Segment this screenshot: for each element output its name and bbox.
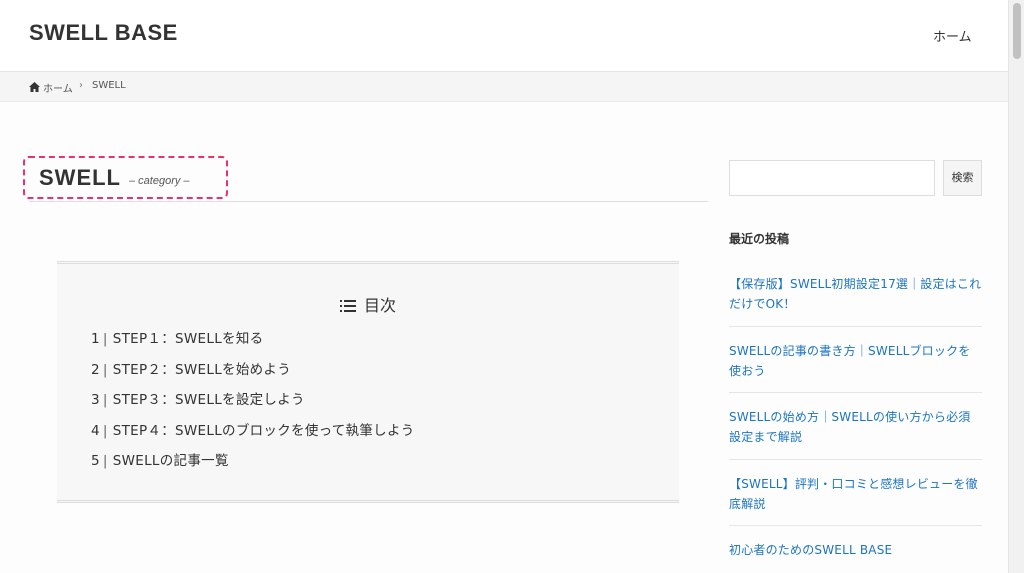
recent-post-link[interactable]: 初心者のためのSWELL BASE [729, 526, 982, 573]
scrollbar-thumb[interactable] [1013, 3, 1021, 59]
toc-item[interactable]: 3 | STEP３：SWELLを設定しよう [91, 389, 415, 420]
toc-separator: | [102, 453, 108, 469]
site-title[interactable]: SWELL BASE [29, 20, 178, 46]
breadcrumb-current: SWELL [92, 80, 126, 91]
toc-item-label[interactable]: STEP２：SWELLを始めよう [113, 362, 291, 378]
toc-item-label[interactable]: STEP１：SWELLを知る [113, 331, 264, 347]
toc-item-number: 5 [91, 453, 100, 469]
recent-post-link[interactable]: 【SWELL】評判・口コミと感想レビューを徹底解説 [729, 460, 982, 526]
highlight-annotation-box [23, 156, 228, 199]
toc-item[interactable]: 5 | SWELLの記事一覧 [91, 450, 415, 481]
toc-item-label[interactable]: STEP４：SWELLのブロックを使って執筆しよう [113, 423, 415, 439]
toc-item-label[interactable]: SWELLの記事一覧 [113, 453, 229, 469]
toc-item[interactable]: 1 | STEP１：SWELLを知る [91, 328, 415, 359]
site-header: SWELL BASE ホーム [0, 0, 1008, 72]
toc-separator: | [102, 331, 108, 347]
toc-separator: | [102, 392, 108, 408]
toc-item-number: 2 [91, 361, 100, 378]
toc-separator: | [102, 422, 108, 439]
toc-item-label[interactable]: STEP３：SWELLを設定しよう [113, 392, 305, 408]
chevron-right-icon: › [79, 80, 83, 91]
list-icon [339, 300, 356, 312]
recent-posts-heading: 最近の投稿 [729, 232, 790, 246]
toc-list: 1 | STEP１：SWELLを知る 2 | STEP２：SWELLを始めよう 3 | ST… [91, 328, 415, 481]
breadcrumb-home-link[interactable]: ホーム [43, 80, 73, 95]
toc-title: 目次 [363, 296, 396, 315]
recent-post-link[interactable]: SWELLの始め方｜SWELLの使い方から必須設定まで解説 [729, 393, 982, 460]
recent-post-link[interactable]: SWELLの記事の書き方｜SWELLブロックを使おう [729, 327, 982, 393]
toc-header: 目次 [57, 292, 679, 316]
recent-post-link[interactable]: 【保存版】SWELL初期設定17選｜設定はこれだけでOK！ [729, 260, 982, 327]
table-of-contents: 目次 1 | STEP１：SWELLを知る 2 | STEP２：SWELLを始めよう 3… [57, 261, 679, 503]
toc-item[interactable]: 2 | STEP２：SWELLを始めよう [91, 359, 415, 390]
toc-item-number: 4 [91, 422, 100, 439]
toc-item-number: 1 [91, 331, 100, 347]
search-button[interactable]: 検索 [943, 160, 982, 196]
vertical-scrollbar[interactable] [1008, 0, 1024, 573]
toc-item[interactable]: 4 | STEP４：SWELLのブロックを使って執筆しよう [91, 420, 415, 451]
toc-separator: | [102, 361, 108, 378]
recent-posts-list: 【保存版】SWELL初期設定17選｜設定はこれだけでOK！ SWELLの記事の書… [729, 260, 982, 573]
search-input[interactable] [729, 160, 935, 196]
nav-item-home[interactable]: ホーム [933, 26, 972, 45]
toc-item-number: 3 [91, 392, 100, 408]
home-icon[interactable] [29, 82, 40, 92]
breadcrumb: ホーム › SWELL [0, 72, 1008, 102]
